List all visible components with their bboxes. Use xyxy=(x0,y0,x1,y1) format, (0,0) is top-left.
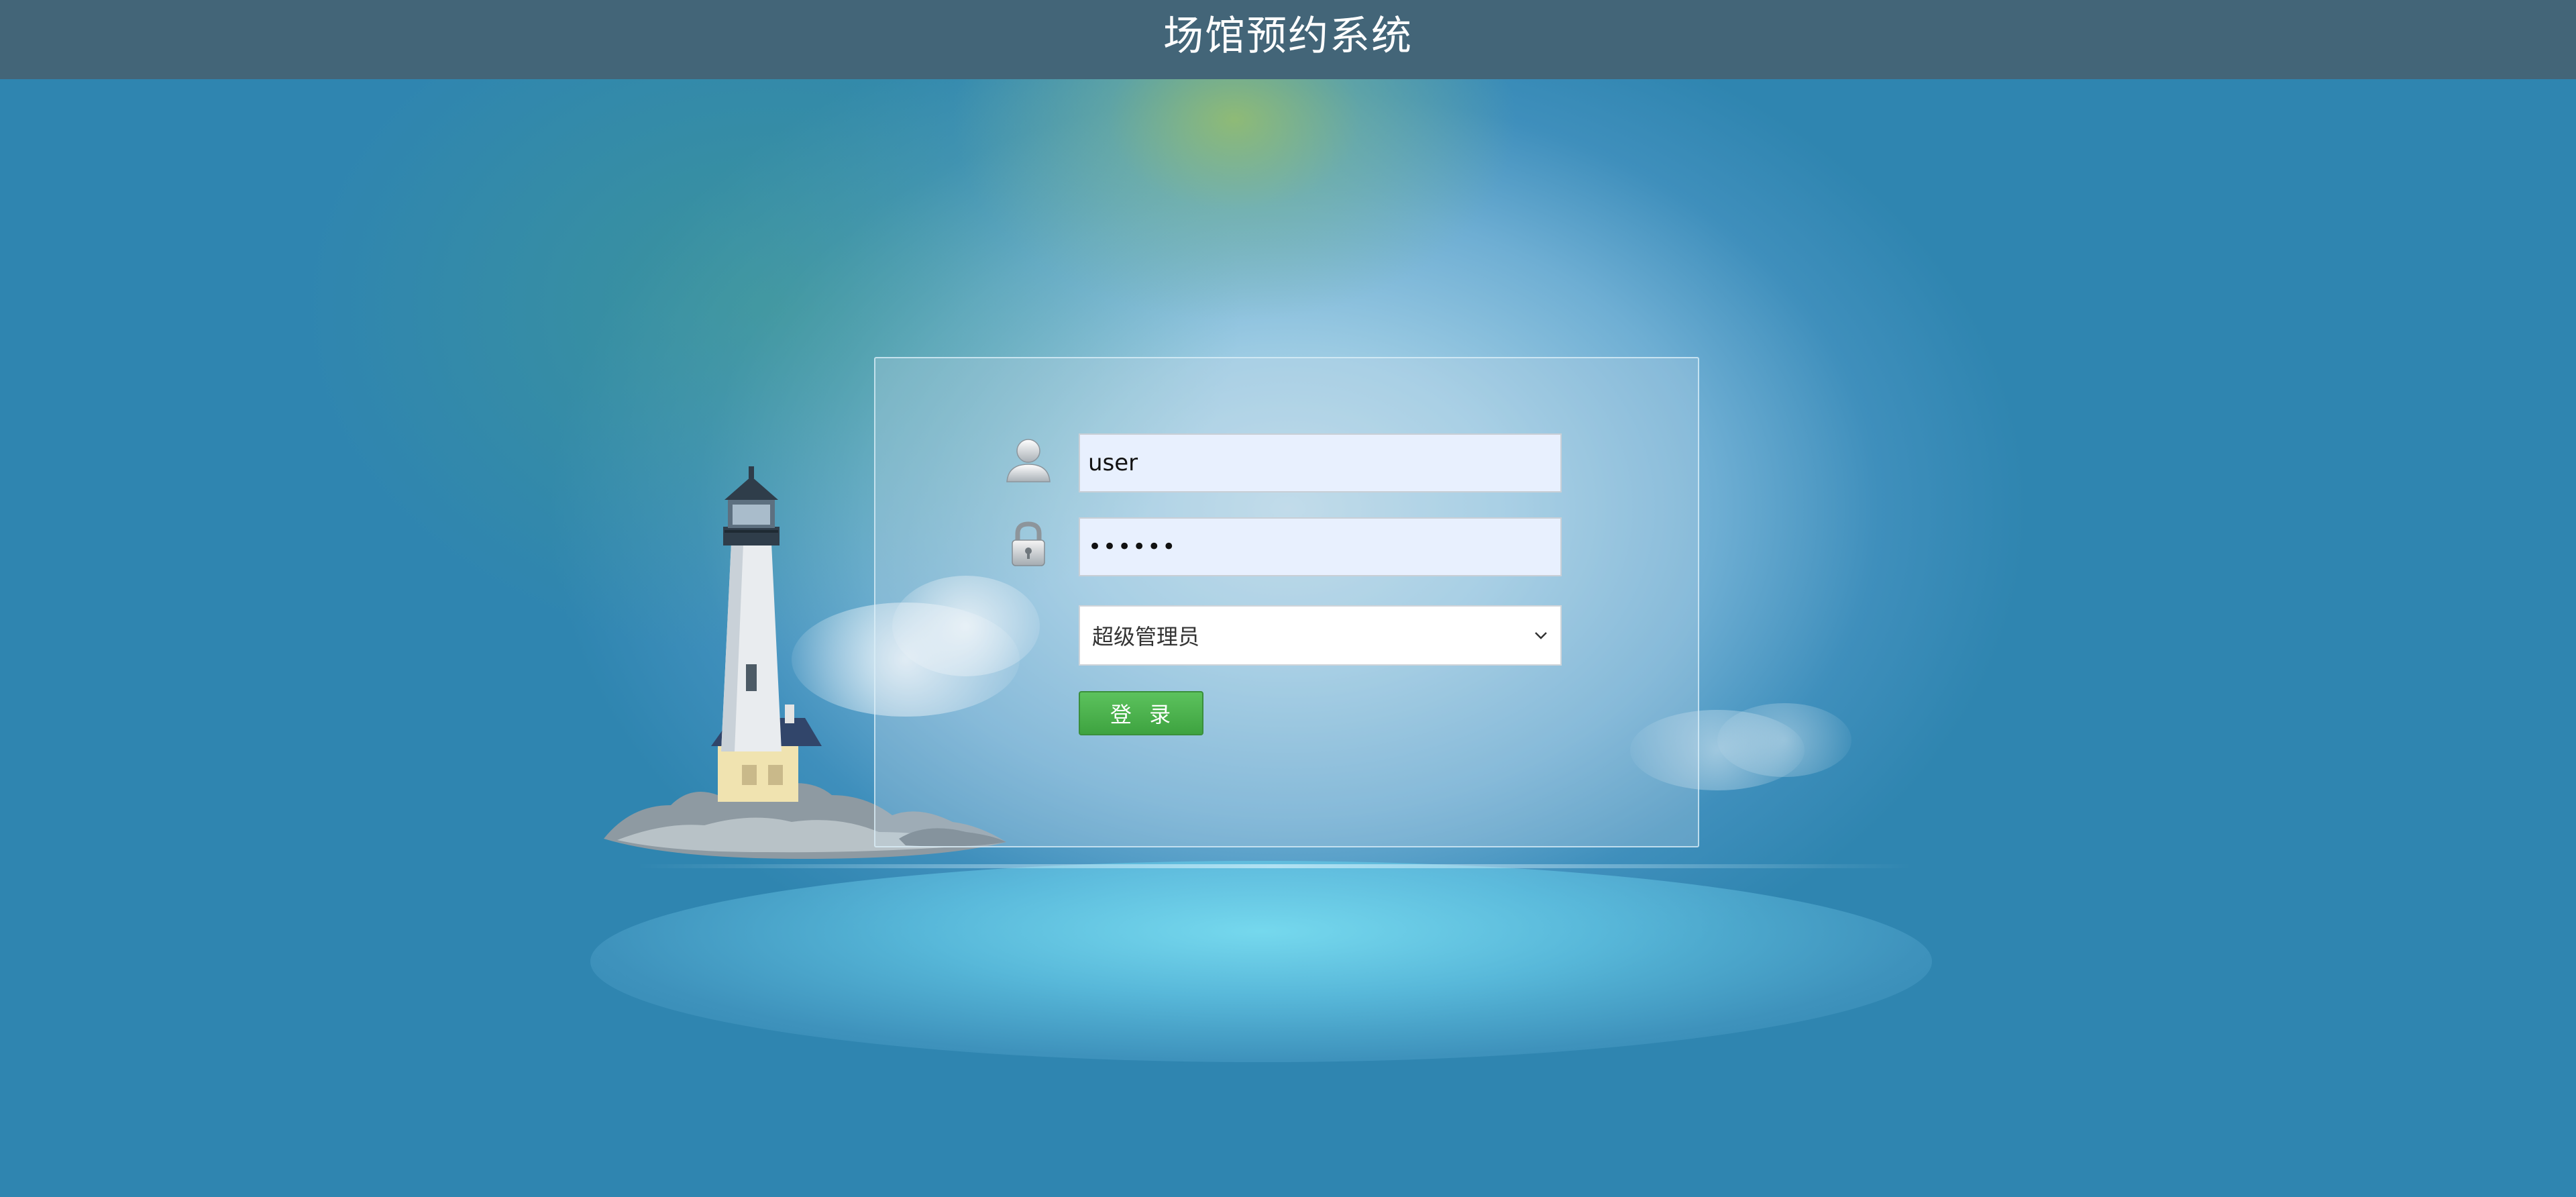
top-bar: 场馆预约系统 xyxy=(0,0,2576,79)
password-input[interactable] xyxy=(1079,517,1562,576)
user-icon xyxy=(1006,439,1051,482)
cloud-decoration xyxy=(1717,703,1851,777)
sea-backdrop xyxy=(590,861,1932,1062)
login-panel: 超级管理员 登 录 xyxy=(874,357,1699,847)
page-title: 场馆预约系统 xyxy=(1163,12,1413,60)
role-select[interactable]: 超级管理员 xyxy=(1079,605,1562,666)
login-button[interactable]: 登 录 xyxy=(1079,691,1203,735)
role-select-value: 超级管理员 xyxy=(1092,624,1200,649)
username-input[interactable] xyxy=(1079,433,1562,492)
lock-icon xyxy=(1012,521,1045,566)
chevron-down-icon xyxy=(1535,632,1547,639)
